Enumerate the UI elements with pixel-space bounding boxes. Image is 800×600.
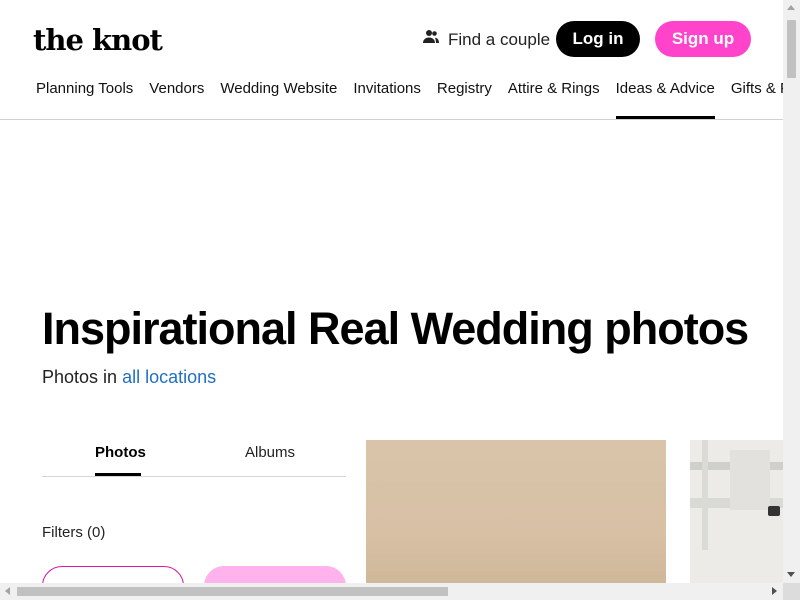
wedding-photo-1[interactable] [366,440,666,583]
tab-albums[interactable]: Albums [245,444,295,475]
nav-item-wedding-website[interactable]: Wedding Website [220,79,337,119]
wedding-photo-2[interactable] [690,440,783,583]
scrollbar-corner [783,583,800,600]
login-button[interactable]: Log in [556,21,640,57]
scroll-left-icon[interactable] [5,587,10,595]
main-nav: Planning Tools Vendors Wedding Website I… [36,79,783,119]
ceiling-beam [702,440,708,550]
filters-label: Filters (0) [42,524,106,541]
page-viewport: the knot Find a couple Log in Sign up Pl… [0,0,783,583]
horizontal-scroll-thumb[interactable] [17,587,448,596]
scroll-up-icon[interactable] [787,5,795,10]
people-icon [422,28,440,51]
nav-item-attire-rings[interactable]: Attire & Rings [508,79,600,119]
horizontal-scrollbar[interactable] [0,583,783,600]
subtitle-prefix: Photos in [42,367,118,387]
scroll-down-icon[interactable] [787,572,795,577]
filter-pill-filled[interactable] [204,566,346,583]
signup-button[interactable]: Sign up [655,21,751,57]
find-couple-label: Find a couple [448,29,551,49]
vertical-scroll-thumb[interactable] [787,20,796,78]
nav-item-vendors[interactable]: Vendors [149,79,204,119]
nav-item-registry[interactable]: Registry [437,79,492,119]
nav-item-planning-tools[interactable]: Planning Tools [36,79,133,119]
page-title: Inspirational Real Wedding photos [42,303,749,354]
scroll-right-icon[interactable] [772,587,777,595]
ceiling-beam [730,450,770,510]
all-locations-link[interactable]: all locations [122,367,216,387]
nav-divider [0,119,783,120]
nav-item-gifts-favors[interactable]: Gifts & Favors [731,79,783,119]
nav-item-invitations[interactable]: Invitations [353,79,421,119]
view-tabs: Photos Albums [42,440,346,477]
the-knot-logo[interactable]: the knot [33,25,163,55]
ceiling-light [768,506,780,516]
subtitle: Photos in all locations [42,367,216,388]
nav-item-ideas-advice[interactable]: Ideas & Advice [615,79,716,119]
tab-photos[interactable]: Photos [95,444,146,476]
find-couple-link[interactable]: Find a couple [422,28,550,51]
vertical-scrollbar[interactable] [783,0,800,583]
filter-pill-outline[interactable] [42,566,184,583]
